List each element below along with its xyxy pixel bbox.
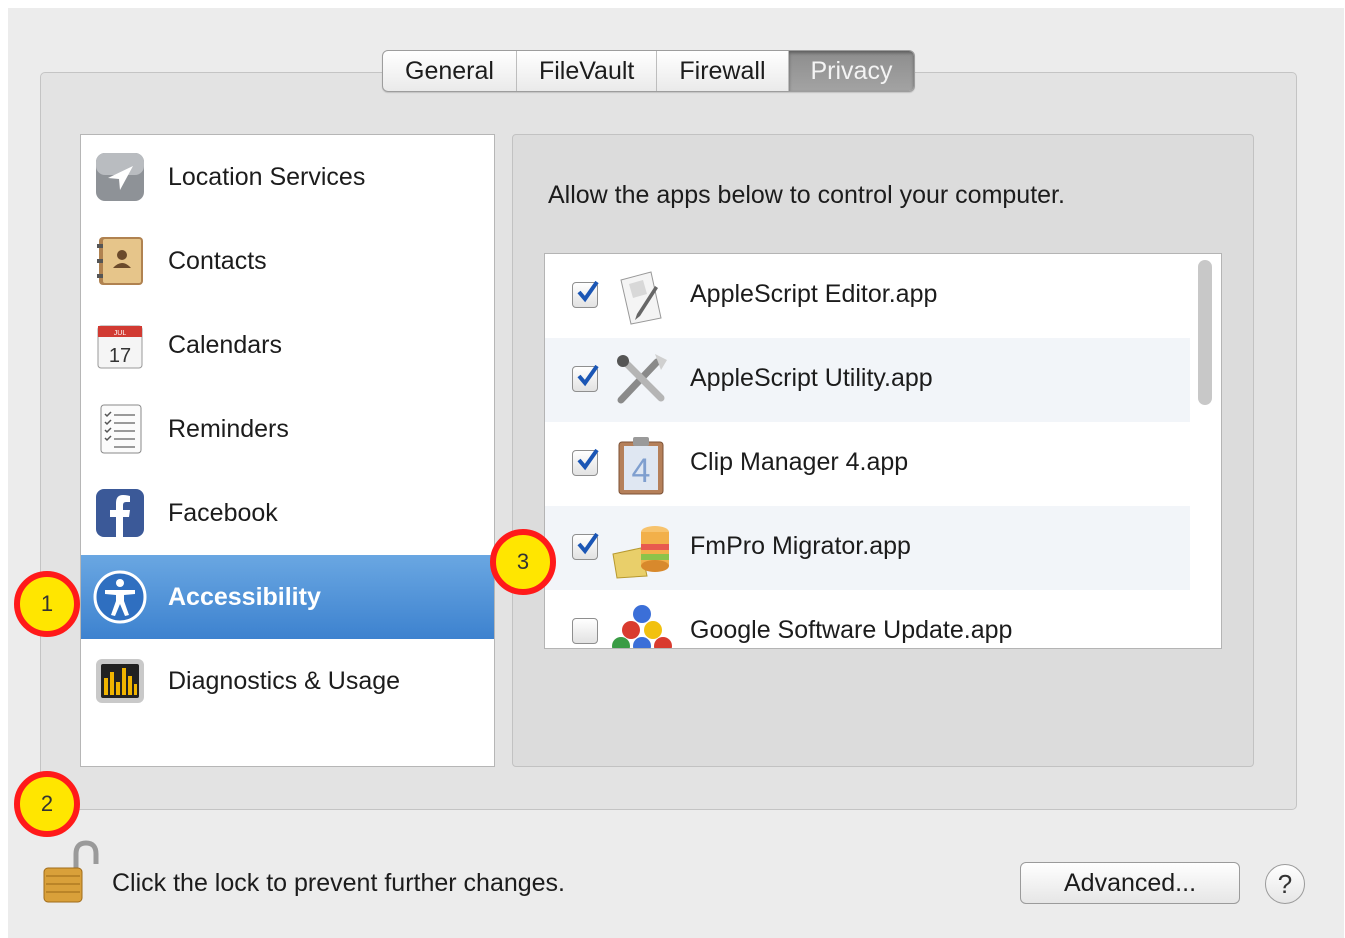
tab-general[interactable]: General bbox=[383, 51, 517, 91]
applescript-utility-icon bbox=[617, 354, 667, 404]
sidebar-item-calendars[interactable]: JUL 17 Calendars bbox=[81, 303, 494, 387]
app-list: AppleScript Editor.app AppleScript Utili… bbox=[544, 253, 1222, 649]
accessibility-icon bbox=[93, 570, 147, 624]
list-item[interactable]: AppleScript Editor.app bbox=[545, 254, 1190, 338]
sidebar-item-location-services[interactable]: Location Services bbox=[81, 135, 494, 219]
reminders-list-icon bbox=[100, 404, 142, 454]
sidebar-item-contacts[interactable]: Contacts bbox=[81, 219, 494, 303]
advanced-button[interactable]: Advanced... bbox=[1020, 862, 1240, 904]
applescript-editor-icon bbox=[620, 271, 662, 325]
lock-icon[interactable] bbox=[40, 840, 100, 906]
app-name: FmPro Migrator.app bbox=[690, 532, 911, 560]
tab-privacy[interactable]: Privacy bbox=[788, 51, 915, 91]
app-name: Clip Manager 4.app bbox=[690, 448, 909, 476]
fmpro-migrator-icon bbox=[612, 526, 669, 579]
sidebar-item-diagnostics[interactable]: Diagnostics & Usage bbox=[81, 639, 494, 723]
lock-status-text: Click the lock to prevent further change… bbox=[112, 869, 566, 897]
list-item[interactable]: AppleScript Utility.app bbox=[545, 338, 1190, 422]
contacts-book-icon bbox=[97, 237, 143, 285]
scroll-thumb[interactable] bbox=[1198, 260, 1212, 405]
checkmark-icon bbox=[577, 532, 599, 555]
google-software-update-icon bbox=[612, 605, 672, 648]
clip-manager-icon: 4 bbox=[618, 437, 664, 495]
location-arrow-icon bbox=[96, 153, 144, 201]
sidebar-item-label: Contacts bbox=[168, 246, 267, 275]
app-checkbox[interactable] bbox=[572, 532, 599, 560]
accessibility-detail-pane: Allow the apps below to control your com… bbox=[512, 134, 1254, 767]
tab-filevault[interactable]: FileVault bbox=[517, 51, 658, 91]
tab-bar: General FileVault Firewall Privacy bbox=[382, 50, 916, 92]
app-name: AppleScript Editor.app bbox=[690, 280, 938, 308]
tab-firewall[interactable]: Firewall bbox=[657, 51, 789, 91]
app-checkbox[interactable] bbox=[572, 280, 599, 308]
app-checkbox[interactable] bbox=[572, 364, 599, 392]
sidebar-item-label: Facebook bbox=[168, 498, 278, 527]
clip-manager-number: 4 bbox=[632, 452, 651, 490]
sidebar-item-label: Accessibility bbox=[168, 582, 321, 611]
checkmark-icon bbox=[577, 280, 599, 303]
sidebar-item-label: Diagnostics & Usage bbox=[168, 666, 401, 695]
list-item[interactable]: Google Software Update.app bbox=[545, 590, 1190, 648]
privacy-category-list: Location Services Contacts JUL 17 Calend… bbox=[80, 134, 495, 767]
calendar-month-text: JUL bbox=[114, 330, 127, 337]
sidebar-item-label: Location Services bbox=[168, 162, 366, 191]
app-checkbox[interactable] bbox=[572, 618, 598, 644]
calendar-icon: JUL 17 bbox=[97, 325, 143, 369]
sidebar-item-label: Reminders bbox=[168, 414, 289, 443]
sidebar-item-accessibility[interactable]: Accessibility bbox=[81, 555, 494, 639]
facebook-icon bbox=[96, 489, 144, 537]
app-checkbox[interactable] bbox=[572, 448, 599, 476]
list-item[interactable]: FmPro Migrator.app bbox=[545, 506, 1190, 590]
annotation-marker-1: 1 bbox=[14, 571, 80, 637]
checkmark-icon bbox=[577, 364, 599, 387]
app-name: Google Software Update.app bbox=[690, 616, 1013, 644]
help-button[interactable]: ? bbox=[1265, 864, 1305, 904]
app-name: AppleScript Utility.app bbox=[690, 364, 933, 392]
checkmark-icon bbox=[577, 448, 599, 471]
detail-title: Allow the apps below to control your com… bbox=[548, 181, 1065, 209]
list-item[interactable]: 4 Clip Manager 4.app bbox=[545, 422, 1190, 506]
sidebar-item-facebook[interactable]: Facebook bbox=[81, 471, 494, 555]
diagnostics-icon bbox=[96, 659, 144, 703]
sidebar-item-reminders[interactable]: Reminders bbox=[81, 387, 494, 471]
annotation-marker-2: 2 bbox=[14, 771, 80, 837]
calendar-day-text: 17 bbox=[109, 345, 131, 367]
sidebar-item-label: Calendars bbox=[168, 330, 282, 359]
annotation-marker-3: 3 bbox=[490, 529, 556, 595]
app-list-scrollbar[interactable] bbox=[1193, 254, 1219, 648]
